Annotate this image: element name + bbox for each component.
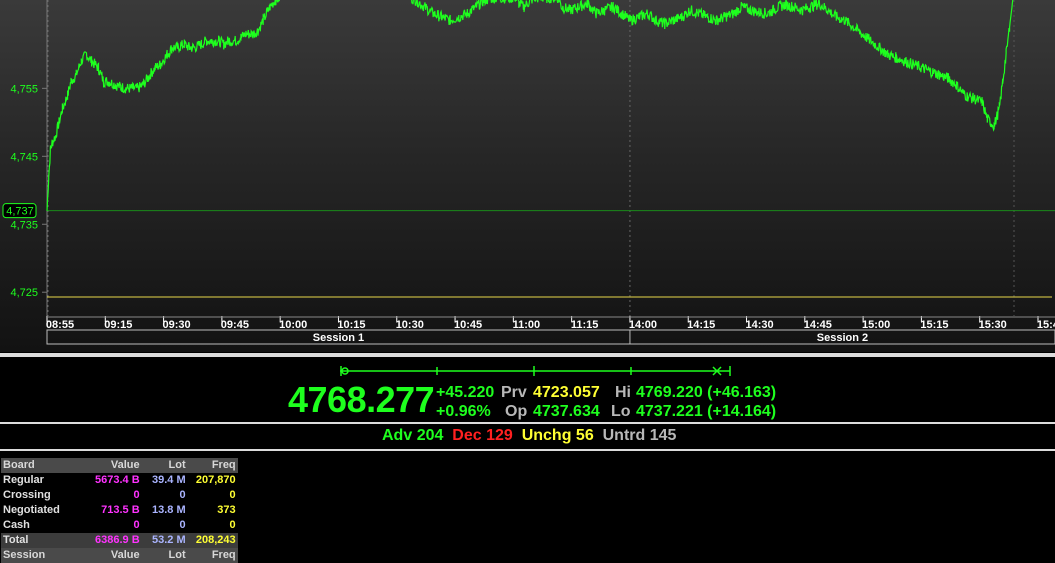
last-price: 4768.277 — [288, 379, 435, 420]
open-value: 4737.634 — [533, 403, 600, 420]
high-value: 4769.220 (+46.163) — [636, 384, 777, 401]
dec-count: 129 — [486, 427, 513, 444]
x-tick-label: 10:15 — [337, 319, 365, 331]
header-value: Value — [93, 458, 142, 473]
x-tick-label: 15:15 — [920, 319, 948, 331]
x-tick-label: 15:45 — [1037, 319, 1055, 331]
session-table-header: Session Value Lot Freq — [1, 548, 238, 563]
x-tick-label: 14:00 — [629, 319, 657, 331]
intraday-line-chart: 4,755 4,745 4,735 4,725 08:55 09:15 09:30 09:45… — [2, 0, 1055, 345]
total-value: 6386.9 B — [93, 533, 142, 548]
total-freq: 208,243 — [187, 533, 238, 548]
table-row[interactable]: Crossing 0 0 0 — [1, 488, 238, 503]
total-name: Total — [1, 533, 93, 548]
unchg-count: 56 — [575, 427, 594, 444]
x-tick-label: 10:00 — [279, 319, 307, 331]
x-tick-label: 11:15 — [571, 319, 599, 331]
dec-label: Dec — [452, 427, 482, 444]
board-freq: 373 — [187, 503, 238, 518]
x-tick-label: 14:15 — [687, 319, 715, 331]
board-value: 0 — [93, 488, 142, 503]
x-tick-label: 09:45 — [221, 319, 249, 331]
board-name: Crossing — [1, 488, 93, 503]
table-row[interactable]: Cash 0 0 0 — [1, 518, 238, 533]
board-summary-table: Board Value Lot Freq Regular 5673.4 B 39… — [1, 458, 238, 563]
board-table-header: Board Value Lot Freq — [1, 458, 238, 473]
x-tick-label: 08:55 — [46, 319, 74, 331]
price-series-line — [46, 0, 1014, 211]
x-tick-label: 10:45 — [454, 319, 482, 331]
market-breadth-line: Adv 204 Dec 129 Unchg 56 Untrd 145 — [382, 427, 676, 445]
y-tick-label: 4,755 — [10, 83, 38, 95]
adv-count: 204 — [416, 427, 444, 444]
board-name: Negotiated — [1, 503, 93, 518]
day-range-bar — [340, 366, 731, 376]
open-label: Op — [505, 403, 528, 420]
x-tick-label: 15:00 — [862, 319, 890, 331]
untrd-count: 145 — [649, 427, 677, 444]
quote-panel: 4768.277 +45.220 +0.96% Prv 4723.057 Op … — [0, 358, 1055, 422]
x-tick-label: 15:30 — [979, 319, 1007, 331]
board-lot: 39.4 M — [141, 473, 188, 488]
table-row[interactable]: Regular 5673.4 B 39.4 M 207,870 — [1, 473, 238, 488]
board-lot: 0 — [141, 488, 188, 503]
header-freq: Freq — [187, 458, 238, 473]
board-freq: 0 — [187, 518, 238, 533]
board-name: Regular — [1, 473, 93, 488]
change-value: +45.220 — [436, 384, 495, 401]
total-lot: 53.2 M — [141, 533, 188, 548]
unchg-label: Unchg — [521, 427, 572, 444]
current-value-label: 4,737 — [6, 206, 34, 218]
prev-label: Prv — [501, 384, 527, 401]
prev-value: 4723.057 — [533, 384, 600, 401]
index-chart-panel: 4,755 4,745 4,735 4,725 08:55 09:15 09:30 09:45… — [0, 0, 1055, 352]
x-tick-label: 11:00 — [513, 319, 541, 331]
x-tick-label: 09:15 — [104, 319, 132, 331]
header-session-freq: Freq — [187, 548, 238, 563]
board-lot: 0 — [141, 518, 188, 533]
header-session: Session — [1, 548, 93, 563]
header-session-lot: Lot — [141, 548, 188, 563]
session-row — [46, 329, 1055, 345]
x-tick-label: 14:30 — [745, 319, 773, 331]
y-tick-label: 4,735 — [10, 219, 38, 231]
change-percent: +0.96% — [436, 403, 491, 420]
header-lot: Lot — [141, 458, 188, 473]
board-value: 0 — [93, 518, 142, 533]
y-tick-label: 4,725 — [10, 287, 38, 299]
board-freq: 207,870 — [187, 473, 238, 488]
header-board: Board — [1, 458, 93, 473]
separator-top — [0, 353, 1055, 357]
table-total-row[interactable]: Total 6386.9 B 53.2 M 208,243 — [1, 533, 238, 548]
y-tick-label: 4,745 — [10, 151, 38, 163]
board-name: Cash — [1, 518, 93, 533]
table-row[interactable]: Negotiated 713.5 B 13.8 M 373 — [1, 503, 238, 518]
board-freq: 0 — [187, 488, 238, 503]
x-tick-label: 14:45 — [804, 319, 832, 331]
adv-label: Adv — [382, 427, 413, 444]
high-label: Hi — [615, 384, 631, 401]
board-value: 5673.4 B — [93, 473, 142, 488]
low-label: Lo — [611, 403, 631, 420]
board-lot: 13.8 M — [141, 503, 188, 518]
market-breadth-panel: Adv 204 Dec 129 Unchg 56 Untrd 145 — [0, 425, 1055, 447]
header-session-value: Value — [93, 548, 142, 563]
low-value: 4737.221 (+14.164) — [636, 403, 777, 420]
untrd-label: Untrd — [602, 427, 646, 444]
x-tick-label: 09:30 — [163, 319, 191, 331]
session-2-label: Session 2 — [817, 332, 868, 344]
x-tick-label: 10:30 — [396, 319, 424, 331]
separator-middle — [0, 422, 1055, 424]
board-value: 713.5 B — [93, 503, 142, 518]
separator-bottom — [0, 449, 1055, 451]
session-1-label: Session 1 — [313, 332, 364, 344]
